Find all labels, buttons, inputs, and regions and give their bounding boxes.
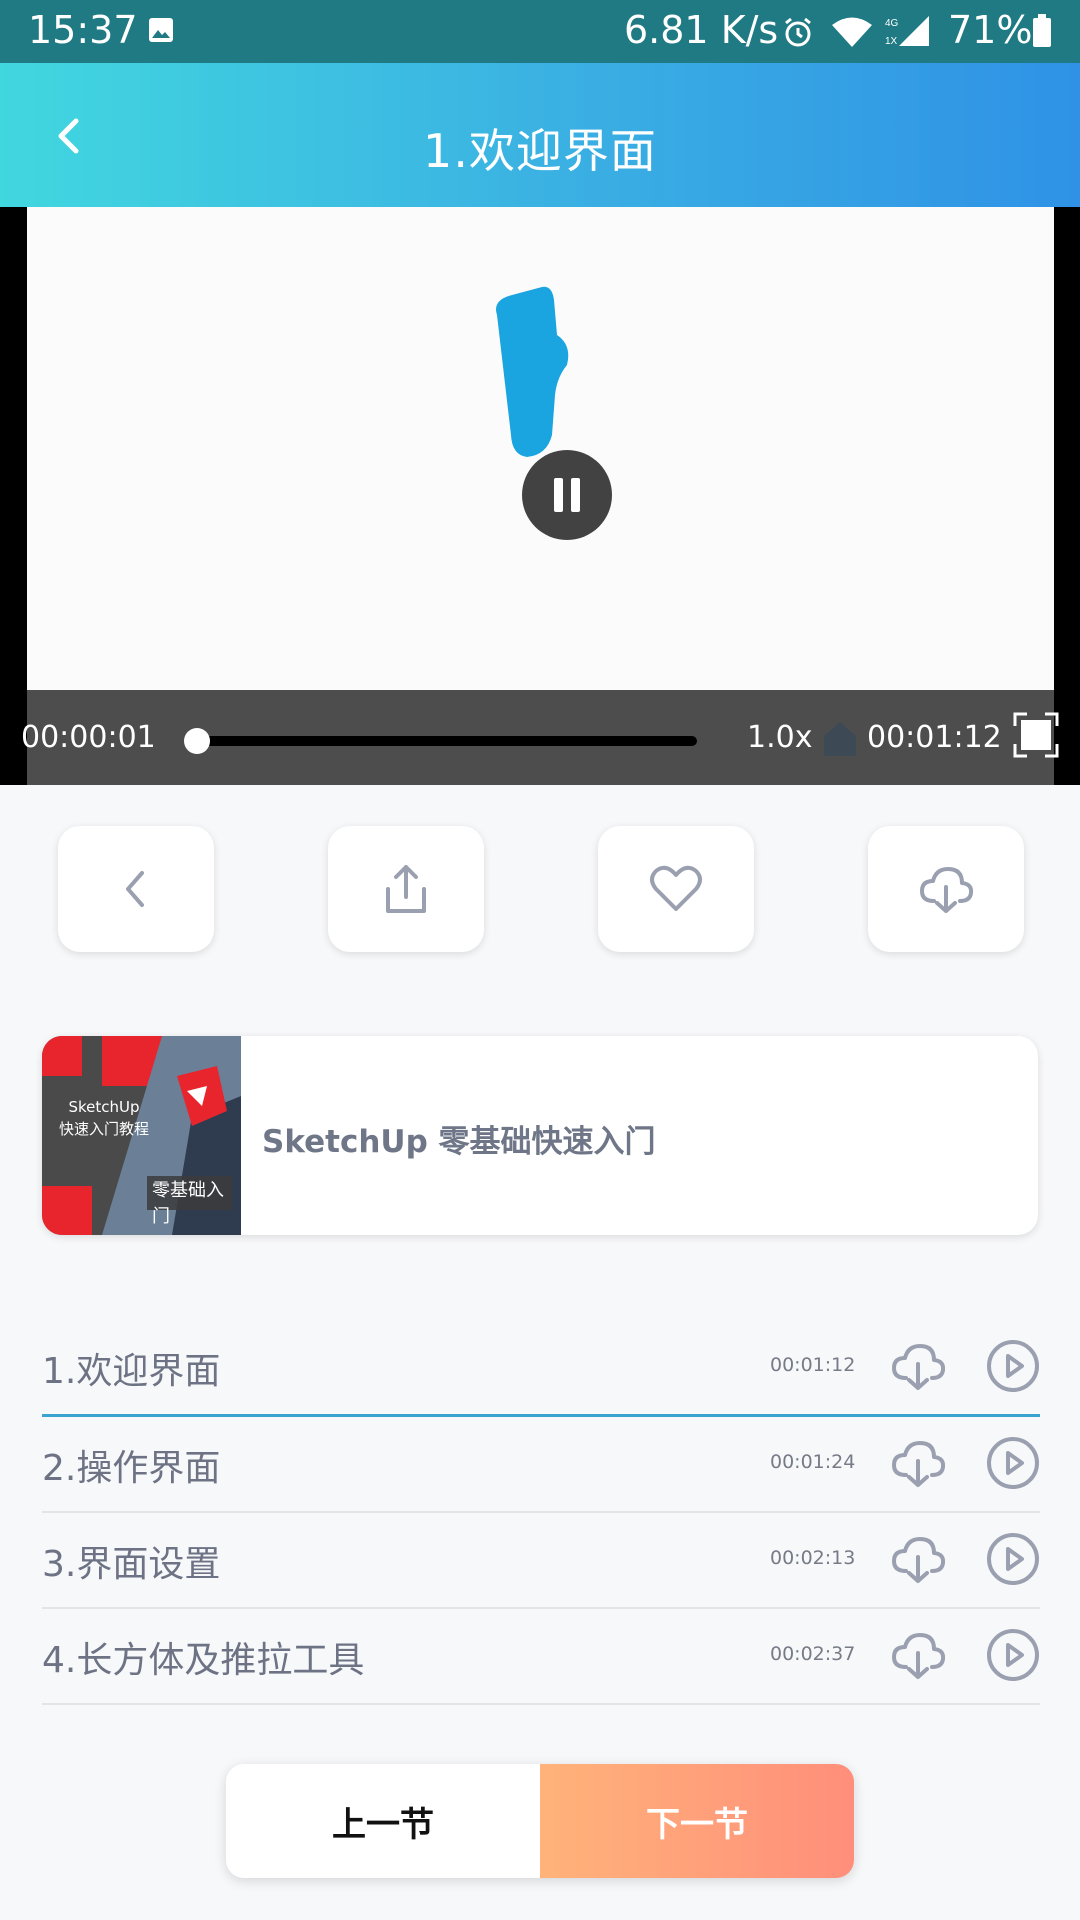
player-controls: 00:00:01 1.0x 00:01:12 [21, 690, 1059, 785]
course-title: SketchUp 零基础快速入门 [262, 1124, 656, 1160]
course-thumbnail: SketchUp 快速入门教程 零基础入门 [42, 1036, 241, 1235]
video-frame[interactable] [27, 207, 1054, 690]
prev-lesson-button[interactable]: 上一节 [226, 1764, 540, 1878]
image-notification-icon [149, 18, 173, 42]
network-speed: 6.81 K/s [624, 8, 779, 52]
svg-text:4G: 4G [885, 18, 899, 29]
share-icon [386, 865, 426, 913]
lesson-item[interactable]: 3.界面设置 00:02:13 [42, 1513, 1040, 1609]
cloud-download-icon[interactable] [890, 1533, 946, 1585]
lesson-duration: 00:01:24 [770, 1451, 856, 1473]
progress-bar[interactable] [195, 736, 697, 746]
play-icon[interactable] [986, 1628, 1040, 1682]
previous-button[interactable] [58, 826, 214, 952]
wifi-icon [832, 17, 872, 47]
total-time: 00:01:12 [867, 720, 1002, 755]
alarm-icon [785, 17, 811, 47]
lesson-list: 1.欢迎界面 00:01:12 2.操作界面 00:01:24 3.界面设置 0… [42, 1320, 1040, 1705]
app-header: 1.欢迎界面 [0, 63, 1080, 207]
status-bar: 15:37 6.81 K/s 4G 1X 71% [0, 0, 1080, 63]
thumb-badge: 零基础入门 [152, 1180, 224, 1227]
action-bar [0, 826, 1080, 954]
page-title: 1.欢迎界面 [423, 124, 657, 178]
play-icon[interactable] [986, 1532, 1040, 1586]
battery-percent: 71% [948, 8, 1033, 52]
play-icon[interactable] [986, 1339, 1040, 1393]
chevron-left-icon [126, 871, 144, 907]
cloud-download-icon [920, 867, 974, 913]
download-button[interactable] [868, 826, 1024, 952]
lesson-duration: 00:02:13 [770, 1547, 856, 1569]
share-button[interactable] [328, 826, 484, 952]
lesson-item[interactable]: 2.操作界面 00:01:24 [42, 1417, 1040, 1513]
fullscreen-icon[interactable] [1013, 712, 1059, 758]
video-player[interactable]: 00:00:01 1.0x 00:01:12 [0, 207, 1080, 785]
lesson-nav: 上一节 下一节 [226, 1764, 854, 1878]
speed-selector[interactable]: 1.0x [747, 720, 812, 755]
lesson-title: 3.界面设置 [42, 1544, 221, 1585]
cloud-download-icon[interactable] [890, 1629, 946, 1681]
battery-icon [1033, 14, 1051, 47]
pause-button[interactable] [522, 450, 612, 540]
lesson-duration: 00:02:37 [770, 1643, 856, 1665]
cast-icon[interactable] [818, 718, 862, 758]
svg-text:1X: 1X [885, 36, 898, 47]
lesson-title: 1.欢迎界面 [42, 1351, 221, 1392]
current-time: 00:00:01 [21, 720, 156, 755]
cloud-download-icon[interactable] [890, 1437, 946, 1489]
lesson-duration: 00:01:12 [770, 1354, 856, 1376]
heart-icon [650, 865, 702, 911]
lesson-title: 4.长方体及推拉工具 [42, 1640, 365, 1681]
next-lesson-button[interactable]: 下一节 [540, 1764, 854, 1878]
progress-knob[interactable] [184, 728, 210, 754]
thumb-caption: SketchUp 快速入门教程 [58, 1098, 149, 1138]
pause-icon [554, 478, 563, 512]
status-time: 15:37 [28, 8, 138, 52]
lesson-title: 2.操作界面 [42, 1448, 221, 1489]
play-icon[interactable] [986, 1436, 1040, 1490]
cloud-download-icon[interactable] [890, 1340, 946, 1392]
signal-icon: 4G 1X [885, 16, 929, 47]
lesson-item[interactable]: 1.欢迎界面 00:01:12 [42, 1320, 1040, 1417]
favorite-button[interactable] [598, 826, 754, 952]
course-card[interactable]: SketchUp 快速入门教程 零基础入门 SketchUp 零基础快速入门 [42, 1036, 1038, 1235]
lesson-item[interactable]: 4.长方体及推拉工具 00:02:37 [42, 1609, 1040, 1705]
video-content-shape [496, 286, 569, 457]
